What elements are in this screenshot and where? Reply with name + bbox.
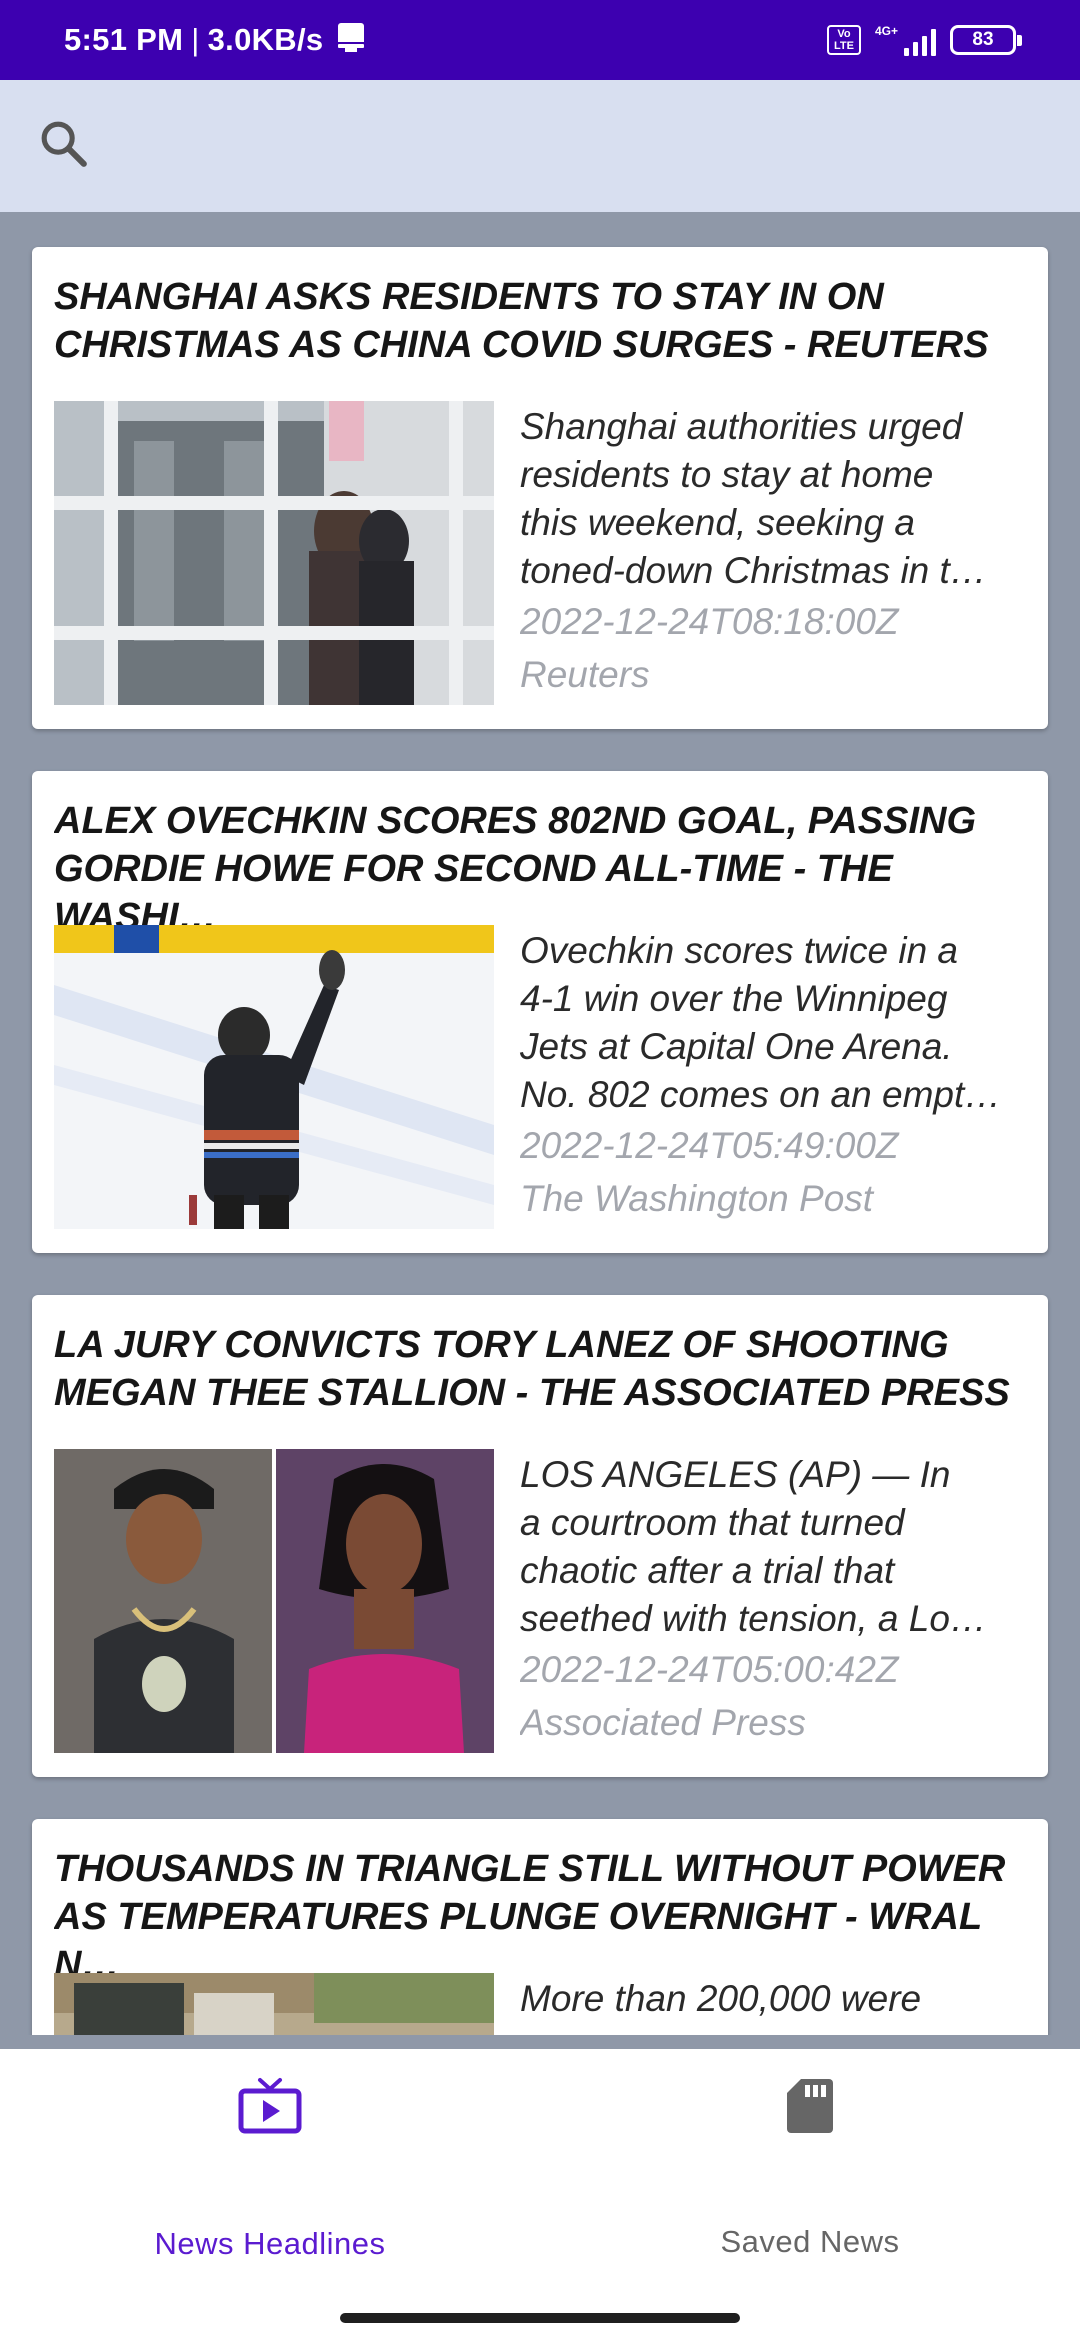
article-date: 2022-12-24T05:49:00Z [520, 1125, 899, 1166]
status-left: 5:51 PM | 3.0KB/s [64, 19, 367, 61]
battery-icon: 83 [950, 25, 1022, 55]
nav-label-saved-news: Saved News [720, 2224, 900, 2259]
search-icon[interactable] [36, 116, 92, 177]
article-title: ALEX OVECHKIN SCORES 802ND GOAL, PASSING… [54, 800, 977, 938]
article-image [54, 1449, 494, 1753]
nav-item-news-headlines[interactable]: News Headlines [0, 2049, 540, 2289]
article-title: LA JURY CONVICTS TORY LANEZ OF SHOOTING … [54, 1324, 1010, 1414]
article-card[interactable]: LA JURY CONVICTS TORY LANEZ OF SHOOTING … [32, 1295, 1048, 1777]
status-separator: | [191, 22, 200, 57]
article-description: Shanghai authorities urged residents to … [520, 406, 987, 591]
volte-icon: Vo LTE [826, 25, 861, 55]
tv-play-icon [238, 2077, 302, 2142]
home-indicator[interactable] [340, 2313, 740, 2323]
article-date: 2022-12-24T05:00:42Z [520, 1649, 899, 1690]
article-title: THOUSANDS IN TRIANGLE STILL WITHOUT POWE… [54, 1848, 1006, 1986]
article-card[interactable]: ALEX OVECHKIN SCORES 802ND GOAL, PASSING… [32, 771, 1048, 1253]
sd-card-icon [785, 2077, 835, 2140]
article-image [54, 401, 494, 705]
bottom-navigation: News Headlines Saved News [0, 2049, 1080, 2340]
article-date: 2022-12-24T08:18:00Z [520, 601, 899, 642]
article-card[interactable]: THOUSANDS IN TRIANGLE STILL WITHOUT POWE… [32, 1819, 1048, 2035]
article-image [54, 1973, 494, 2035]
status-time: 5:51 PM [64, 22, 184, 57]
notification-icon [335, 19, 367, 61]
article-description: Ovechkin scores twice in a 4-1 win over … [520, 930, 1002, 1115]
battery-level: 83 [972, 29, 994, 50]
search-bar[interactable] [0, 80, 1080, 212]
status-right: Vo LTE 4G+ 83 [826, 24, 1022, 56]
article-body: More than 200,000 were [520, 1975, 1036, 2023]
article-description: LOS ANGELES (AP) — In a courtroom that t… [520, 1454, 987, 1639]
news-feed[interactable]: SHANGHAI ASKS RESIDENTS TO STAY IN ON CH… [0, 212, 1080, 2035]
article-card[interactable]: SHANGHAI ASKS RESIDENTS TO STAY IN ON CH… [32, 247, 1048, 729]
article-body: Shanghai authorities urged residents to … [520, 403, 1036, 701]
article-body: LOS ANGELES (AP) — In a courtroom that t… [520, 1451, 1036, 1749]
article-source: Associated Press [520, 1702, 806, 1743]
network-speed: 3.0KB/s [207, 22, 324, 57]
article-description: More than 200,000 were [520, 1978, 922, 2019]
article-image [54, 925, 494, 1229]
article-body: Ovechkin scores twice in a 4-1 win over … [520, 927, 1036, 1225]
article-source: Reuters [520, 654, 650, 695]
network-type: 4G+ [874, 24, 898, 38]
article-title: SHANGHAI ASKS RESIDENTS TO STAY IN ON CH… [54, 276, 989, 366]
article-source: The Washington Post [520, 1178, 874, 1219]
nav-item-saved-news[interactable]: Saved News [540, 2049, 1080, 2289]
signal-icon: 4G+ [875, 24, 936, 56]
status-bar: 5:51 PM | 3.0KB/s Vo LTE 4G+ 83 [0, 0, 1080, 80]
nav-label-news-headlines: News Headlines [154, 2226, 386, 2261]
